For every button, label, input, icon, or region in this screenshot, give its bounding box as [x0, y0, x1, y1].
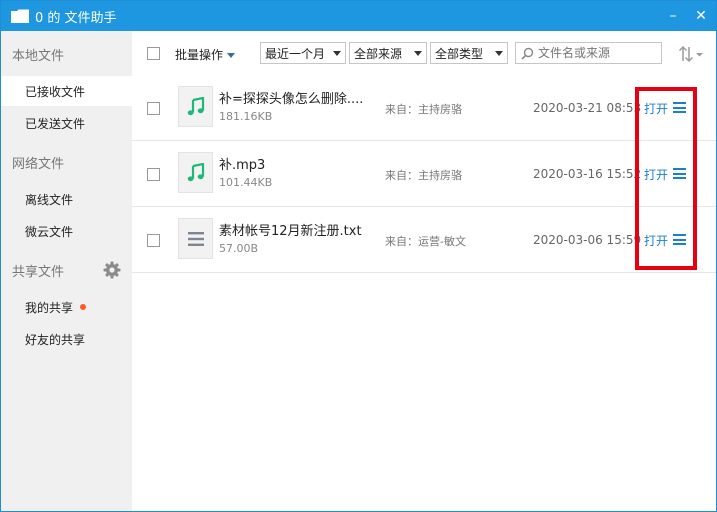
text-file-icon [178, 218, 213, 259]
gear-icon[interactable] [103, 261, 121, 279]
open-button[interactable]: 打开 [644, 166, 668, 183]
file-checkbox[interactable] [147, 102, 160, 115]
sort-button[interactable] [677, 44, 705, 64]
file-source: 来自：主持房骆 [385, 103, 462, 116]
file-size: 181.16KB [219, 110, 273, 123]
window-title: 0 的 文件助手 [35, 10, 117, 26]
section-shared-files: 共享文件 [12, 265, 65, 280]
title-bar: 0 的 文件助手 – ✕ [1, 1, 716, 31]
file-date: 2020-03-16 15:52 [533, 167, 642, 181]
file-row[interactable]: 补.mp3 101.44KB 来自：主持房骆 2020-03-16 15:52 … [132, 141, 716, 207]
batch-operation-label: 批量操作 [175, 48, 224, 62]
toolbar: 批量操作 最近一个月 全部来源 全部类型 [132, 31, 716, 75]
sort-icon [678, 45, 703, 63]
sidebar-item-friend-shares[interactable]: 好友的共享 [1, 324, 132, 354]
section-network-files: 网络文件 [12, 157, 65, 172]
sidebar-item-weiyun-files[interactable]: 微云文件 [1, 216, 132, 246]
file-size: 101.44KB [219, 176, 273, 189]
search-input[interactable] [538, 46, 658, 60]
search-box[interactable] [515, 42, 662, 64]
select-all-checkbox[interactable] [147, 47, 160, 60]
more-menu-icon[interactable] [673, 234, 686, 245]
sidebar-item-sent-files[interactable]: 已发送文件 [1, 108, 132, 138]
source-filter-value: 全部来源 [354, 46, 403, 61]
file-size: 57.00B [219, 242, 259, 255]
time-filter-value: 最近一个月 [265, 46, 326, 61]
source-filter-select[interactable]: 全部来源 [349, 42, 427, 64]
open-button[interactable]: 打开 [644, 100, 668, 117]
sidebar-item-received-files[interactable]: 已接收文件 [1, 76, 132, 106]
sidebar: 本地文件 已接收文件 已发送文件 网络文件 离线文件 微云文件 共享文件 我的共… [1, 31, 132, 511]
music-note-icon [178, 86, 213, 127]
more-menu-icon[interactable] [673, 102, 686, 113]
file-assistant-window: 0 的 文件助手 – ✕ 本地文件 已接收文件 已发送文件 网络文件 离线文件 … [0, 0, 717, 512]
sidebar-item-offline-files[interactable]: 离线文件 [1, 184, 132, 214]
file-checkbox[interactable] [147, 168, 160, 181]
time-filter-select[interactable]: 最近一个月 [260, 42, 346, 64]
music-note-icon [178, 152, 213, 193]
file-date: 2020-03-06 15:59 [533, 233, 642, 247]
notification-dot [80, 304, 87, 310]
minimize-button[interactable]: – [659, 1, 687, 31]
file-name[interactable]: 补.mp3 [219, 154, 265, 173]
open-button[interactable]: 打开 [644, 232, 668, 249]
file-name[interactable]: 素材帐号12月新注册.txt [219, 220, 362, 239]
file-checkbox[interactable] [147, 234, 160, 247]
caret-down-icon [227, 53, 236, 58]
dropdown-arrow-icon [495, 51, 503, 56]
folder-icon [11, 9, 29, 23]
more-menu-icon[interactable] [673, 168, 686, 179]
file-source: 来自：主持房骆 [385, 169, 462, 182]
dropdown-arrow-icon [414, 51, 422, 56]
file-row[interactable]: 素材帐号12月新注册.txt 57.00B 来自：运营-敏文 2020-03-0… [132, 207, 716, 273]
batch-operation-button[interactable]: 批量操作 [175, 46, 236, 63]
file-date: 2020-03-21 08:53 [533, 101, 642, 115]
type-filter-value: 全部类型 [435, 46, 484, 61]
sidebar-item-label: 我的共享 [25, 300, 74, 315]
file-name[interactable]: 补=探探头像怎么删除.... [219, 88, 363, 107]
file-row[interactable]: 补=探探头像怎么删除.... 181.16KB 来自：主持房骆 2020-03-… [132, 75, 716, 141]
dropdown-arrow-icon [333, 51, 341, 56]
type-filter-select[interactable]: 全部类型 [430, 42, 508, 64]
close-button[interactable]: ✕ [687, 1, 715, 31]
section-local-files: 本地文件 [12, 49, 65, 64]
sidebar-item-my-shares[interactable]: 我的共享 [1, 292, 132, 322]
file-source: 来自：运营-敏文 [385, 235, 466, 248]
search-icon [516, 43, 538, 63]
